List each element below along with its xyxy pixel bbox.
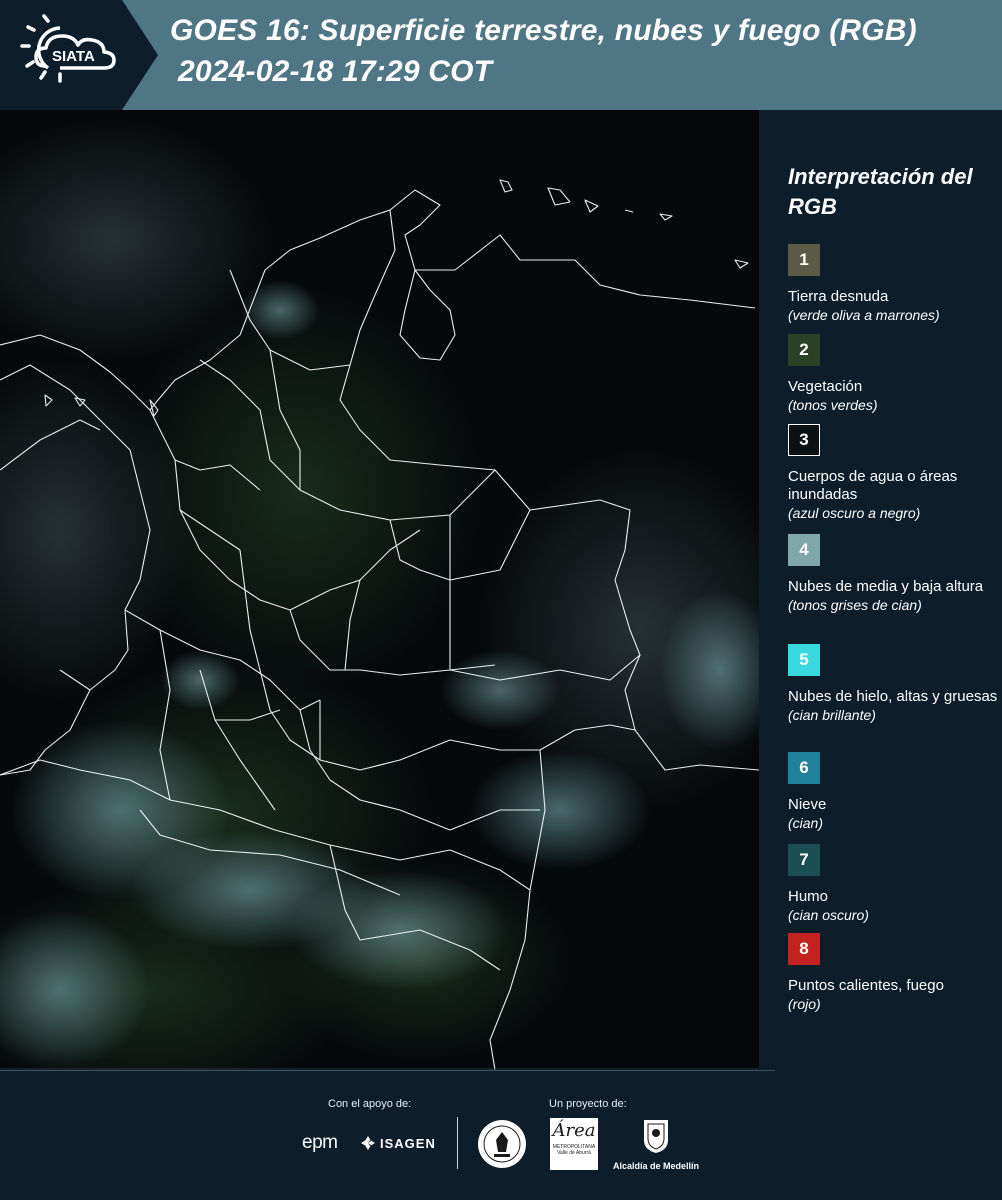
satellite-map[interactable] (0, 110, 759, 1070)
legend-item-fire: 8 Puntos calientes, fuego (rojo) (788, 933, 998, 1013)
legend-item-label: Nubes de hielo, altas y gruesas (788, 688, 998, 705)
alcaldia-medellin-logo: Alcaldía de Medellín (611, 1118, 701, 1171)
legend-item-vegetation: 2 Vegetación (tonos verdes) (788, 334, 998, 414)
legend-item-snow: 6 Nieve (cian) (788, 752, 998, 832)
legend-item-smoke: 7 Humo (cian oscuro) (788, 844, 998, 924)
legend-item-sub: (verde oliva a marrones) (788, 307, 940, 323)
footer-divider (0, 1070, 775, 1071)
legend-item-water: 3 Cuerpos de agua o áreas inundadas (azu… (788, 424, 998, 522)
page-title: GOES 16: Superficie terrestre, nubes y f… (170, 14, 917, 47)
legend-item-sub: (cian) (788, 815, 824, 831)
footer: Con el apoyo de: Un proyecto de: epm ISA… (0, 1070, 1002, 1200)
legend-item-sub: (azul oscuro a negro) (788, 505, 921, 521)
legend-item-sub: (cian brillante) (788, 707, 876, 723)
project-label: Un proyecto de: (549, 1098, 627, 1110)
legend-item-label: Vegetación (788, 378, 863, 395)
epm-logo: epm (302, 1132, 338, 1153)
legend-item-mid-low-clouds: 4 Nubes de media y baja altura (tonos gr… (788, 534, 998, 614)
support-label: Con el apoyo de: (328, 1098, 412, 1110)
legend-item-label: Cuerpos de agua o áreas inundadas (788, 468, 958, 503)
header-bar: SIATA GOES 16: Superficie terrestre, nub… (0, 0, 1002, 110)
alcaldia-label: Alcaldía de Medellín (612, 1161, 700, 1171)
legend-panel: Interpretación del RGB 1 Tierra desnuda … (760, 110, 1002, 1070)
siata-logo-text: SIATA (52, 48, 95, 65)
legend-swatch: 8 (788, 933, 820, 965)
isagen-label: ISAGEN (380, 1135, 436, 1151)
legend-swatch: 5 (788, 644, 820, 676)
legend-title: Interpretación del RGB (788, 164, 973, 219)
legend-swatch: 4 (788, 534, 820, 566)
legend-swatch: 7 (788, 844, 820, 876)
area-metropolitana-logo: Área METROPOLITANA Valle de Aburrá (550, 1118, 598, 1170)
legend-swatch: 2 (788, 334, 820, 366)
legend-swatch: 1 (788, 244, 820, 276)
legend-item-sub: (tonos verdes) (788, 397, 878, 413)
legend-item-label: Nubes de media y baja altura (788, 578, 984, 595)
legend-item-bare-soil: 1 Tierra desnuda (verde oliva a marrones… (788, 244, 998, 324)
legend-item-label: Tierra desnuda (788, 288, 889, 305)
legend-item-label: Humo (788, 888, 829, 905)
area-logo-word: Área (552, 1120, 596, 1141)
legend-item-sub: (rojo) (788, 996, 821, 1012)
area-logo-subtitle: METROPOLITANA Valle de Aburrá (552, 1144, 596, 1156)
legend-item-ice-clouds: 5 Nubes de hielo, altas y gruesas (cian … (788, 644, 998, 724)
medellin-shield-icon (644, 1120, 668, 1153)
legend-item-sub: (cian oscuro) (788, 907, 869, 923)
legend-swatch: 6 (788, 752, 820, 784)
legend-swatch: 3 (788, 424, 820, 456)
siata-logo: SIATA (0, 0, 160, 110)
isagen-logo: ISAGEN (360, 1133, 436, 1153)
timestamp: 2024-02-18 17:29 COT (178, 55, 493, 88)
legend-item-sub: (tonos grises de cian) (788, 597, 922, 613)
isagen-icon (361, 1136, 375, 1150)
legend-item-label: Puntos calientes, fuego (788, 977, 944, 994)
antioquia-seal-icon (478, 1120, 526, 1168)
legend-item-label: Nieve (788, 796, 827, 813)
footer-vertical-divider (457, 1117, 458, 1169)
